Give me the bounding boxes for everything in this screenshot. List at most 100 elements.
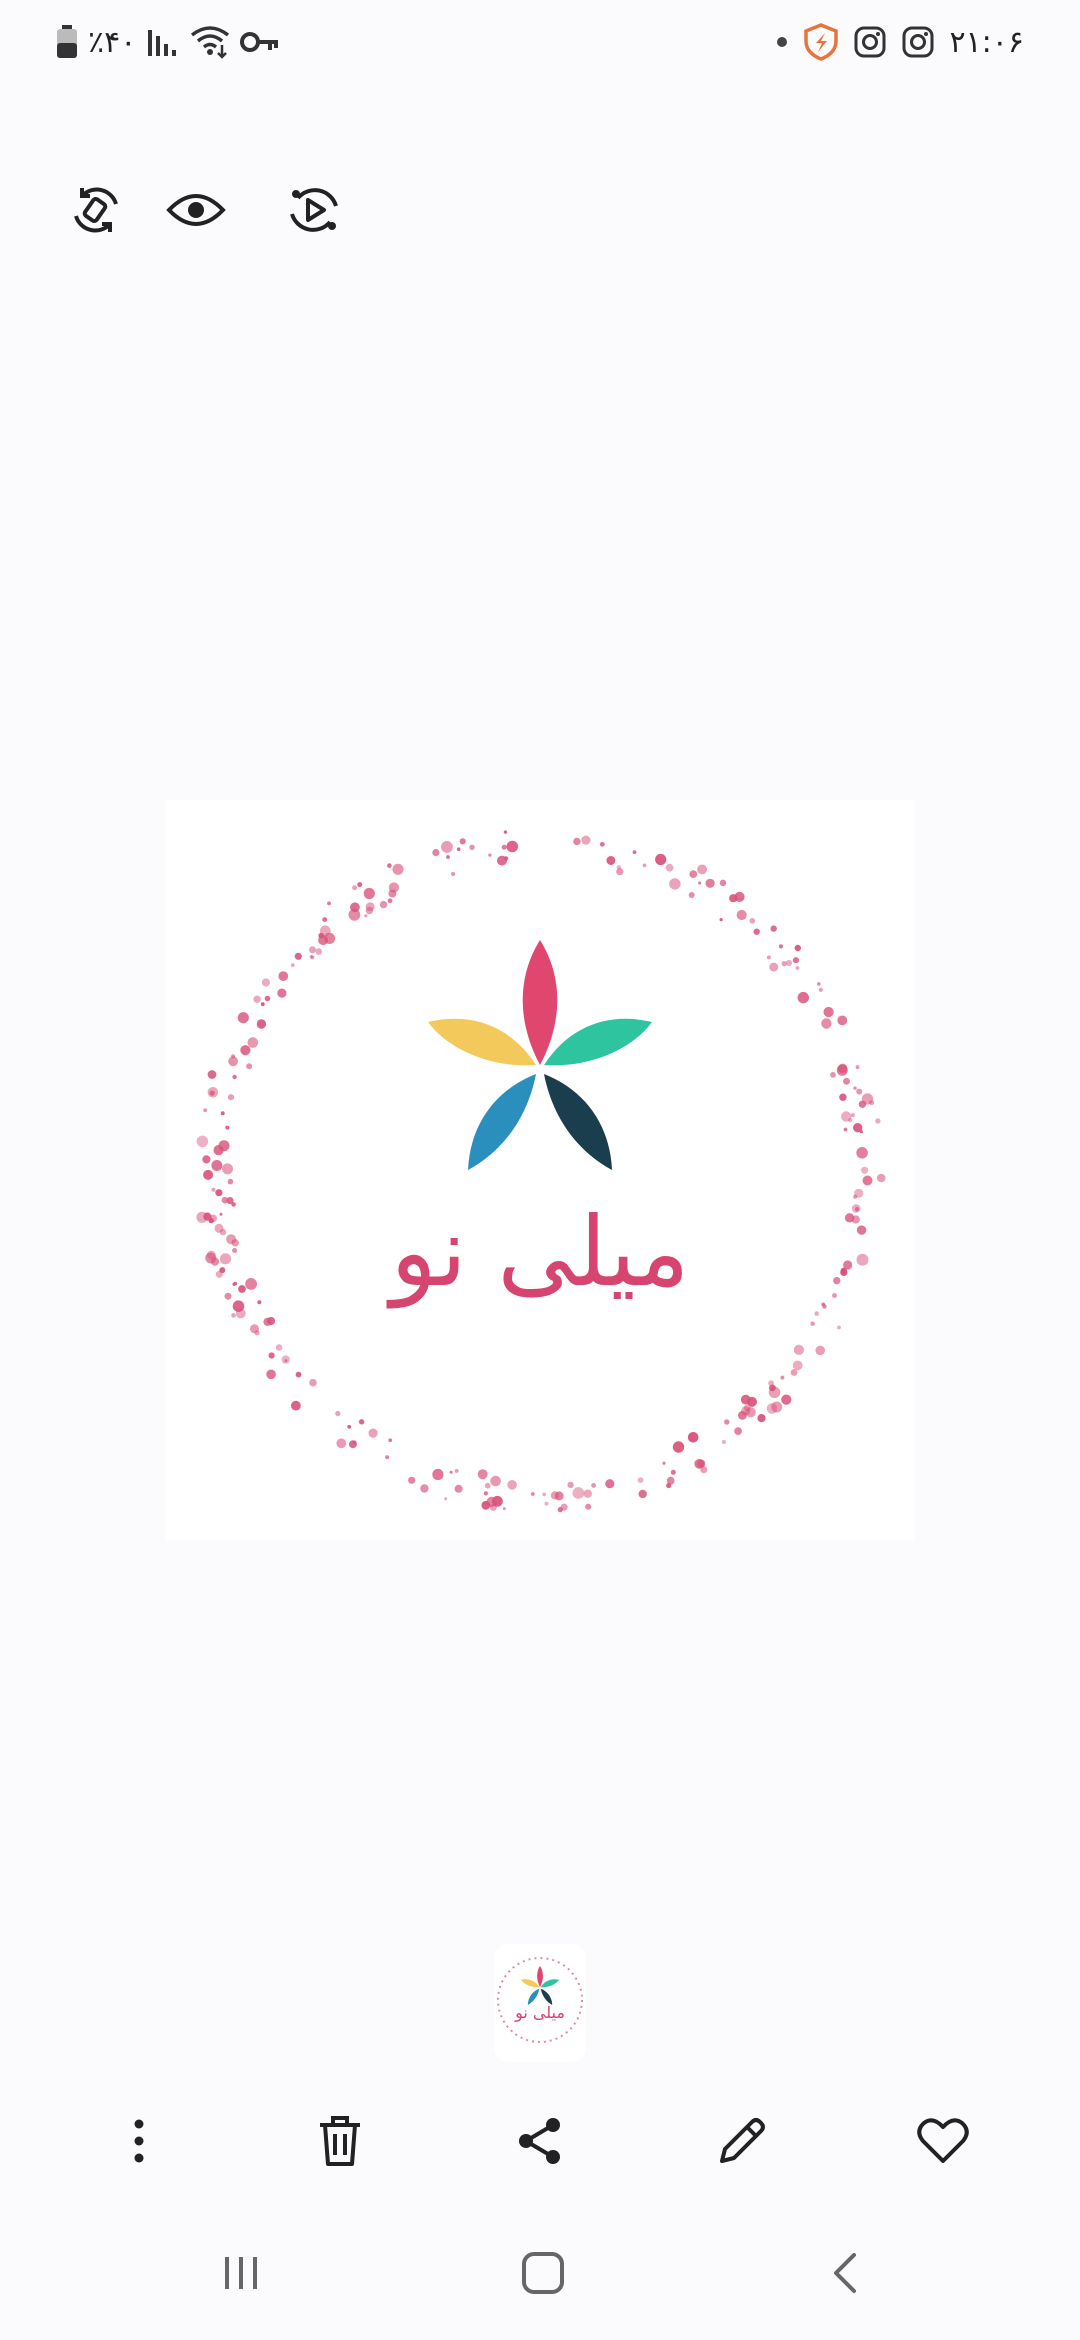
ring-dot [469, 844, 475, 850]
ring-dot [347, 1424, 352, 1429]
play-circle-icon [286, 182, 342, 242]
share-button[interactable] [495, 2098, 585, 2188]
ring-dot [388, 882, 399, 893]
ring-dot [231, 1313, 236, 1318]
ring-dot [856, 1088, 863, 1095]
back-button[interactable] [800, 2230, 890, 2320]
ring-dot [261, 978, 270, 987]
ring-dot [780, 1375, 785, 1380]
ring-dot [379, 900, 388, 909]
ring-dot [822, 1304, 827, 1309]
ring-dot [637, 1477, 644, 1483]
ring-dot [662, 1461, 666, 1465]
ring-dot [268, 1352, 275, 1359]
ring-dot [861, 1166, 869, 1174]
ring-dot [632, 850, 637, 855]
ring-dot [432, 849, 440, 857]
ring-dot [501, 844, 507, 850]
ring-dot [665, 863, 674, 872]
pencil-icon [716, 2115, 768, 2171]
recent-apps-button[interactable] [196, 2230, 286, 2320]
more-options-button[interactable] [94, 2098, 184, 2188]
signal-icon [146, 26, 180, 58]
ring-dot [222, 1163, 233, 1175]
battery-percentage: ٪۴۰ [88, 24, 137, 60]
ring-dot [573, 837, 581, 846]
ring-dot [850, 1113, 855, 1118]
edit-button[interactable] [697, 2098, 787, 2188]
ring-dot [240, 1045, 251, 1056]
ring-dot [567, 1481, 574, 1489]
ring-dot [226, 1234, 237, 1245]
bottom-toolbar [0, 2098, 1080, 2188]
ring-dot [572, 1487, 585, 1499]
recents-icon [221, 2253, 261, 2297]
ring-dot [557, 1507, 563, 1513]
more-vertical-icon [129, 2116, 149, 2170]
ring-dot [876, 1173, 886, 1183]
ring-dot [856, 1253, 869, 1266]
ring-dot [839, 1093, 847, 1101]
status-left: ٪۴۰ [56, 20, 280, 64]
thumbnail-logo-text: میلی نو [514, 2003, 565, 2023]
ring-dot [859, 1130, 864, 1134]
ring-dot [497, 855, 507, 866]
ring-dot [817, 982, 821, 986]
ring-dot [365, 902, 375, 912]
ring-dot [778, 944, 784, 949]
ring-dot [211, 1187, 216, 1192]
ring-dot [810, 1321, 815, 1326]
system-navigation-bar [0, 2230, 1080, 2320]
ring-dot [211, 1160, 223, 1171]
dot-icon [775, 35, 789, 49]
ring-dot [368, 1428, 378, 1438]
ring-dot [843, 1127, 848, 1132]
ring-dot [855, 1065, 860, 1070]
view-button[interactable] [156, 172, 236, 252]
ring-dot [544, 1501, 549, 1506]
ring-dot [854, 1207, 860, 1212]
ring-dot [766, 1403, 778, 1414]
ring-dot [821, 1018, 832, 1029]
ring-dot [238, 1285, 246, 1293]
home-button[interactable] [498, 2230, 588, 2320]
delete-button[interactable] [295, 2098, 385, 2188]
ring-dot [781, 1394, 792, 1405]
rotate-button[interactable] [56, 172, 136, 252]
battery-icon [56, 25, 78, 59]
ring-dot [655, 853, 667, 866]
ring-dot [454, 1484, 463, 1493]
photo-viewer-image[interactable]: میلی نو [165, 800, 915, 1540]
motion-photo-button[interactable] [274, 172, 354, 252]
ring-dot [818, 987, 823, 992]
ring-dot [203, 1108, 208, 1113]
ring-dot [253, 995, 261, 1003]
ring-dot [257, 1300, 262, 1305]
ring-dot [256, 1019, 267, 1029]
eye-icon [166, 188, 226, 236]
ring-dot [357, 882, 363, 888]
ring-dot [856, 1225, 867, 1235]
favorite-button[interactable] [898, 2098, 988, 2188]
instagram-icon [853, 25, 887, 59]
share-icon [517, 2116, 563, 2170]
ring-dot [227, 1094, 235, 1101]
ring-dot [837, 1015, 848, 1026]
ring-dot [606, 856, 616, 865]
ring-dot [724, 1419, 730, 1425]
ring-dot [583, 1489, 592, 1498]
ring-dot [232, 1248, 238, 1253]
ring-dot [605, 1479, 615, 1489]
ring-dot [793, 1344, 805, 1355]
ring-dot [506, 840, 519, 853]
ring-dot [698, 881, 702, 885]
ring-dot [275, 1344, 283, 1351]
ring-dot [203, 1212, 212, 1221]
ring-dot [441, 841, 453, 853]
ring-dot [336, 1438, 347, 1449]
ring-dot [309, 955, 313, 959]
thumbnail-strip-item[interactable]: میلی نو [494, 1944, 586, 2062]
ring-dot [837, 1325, 841, 1330]
ring-dot [688, 892, 695, 898]
ring-dot [352, 885, 358, 891]
